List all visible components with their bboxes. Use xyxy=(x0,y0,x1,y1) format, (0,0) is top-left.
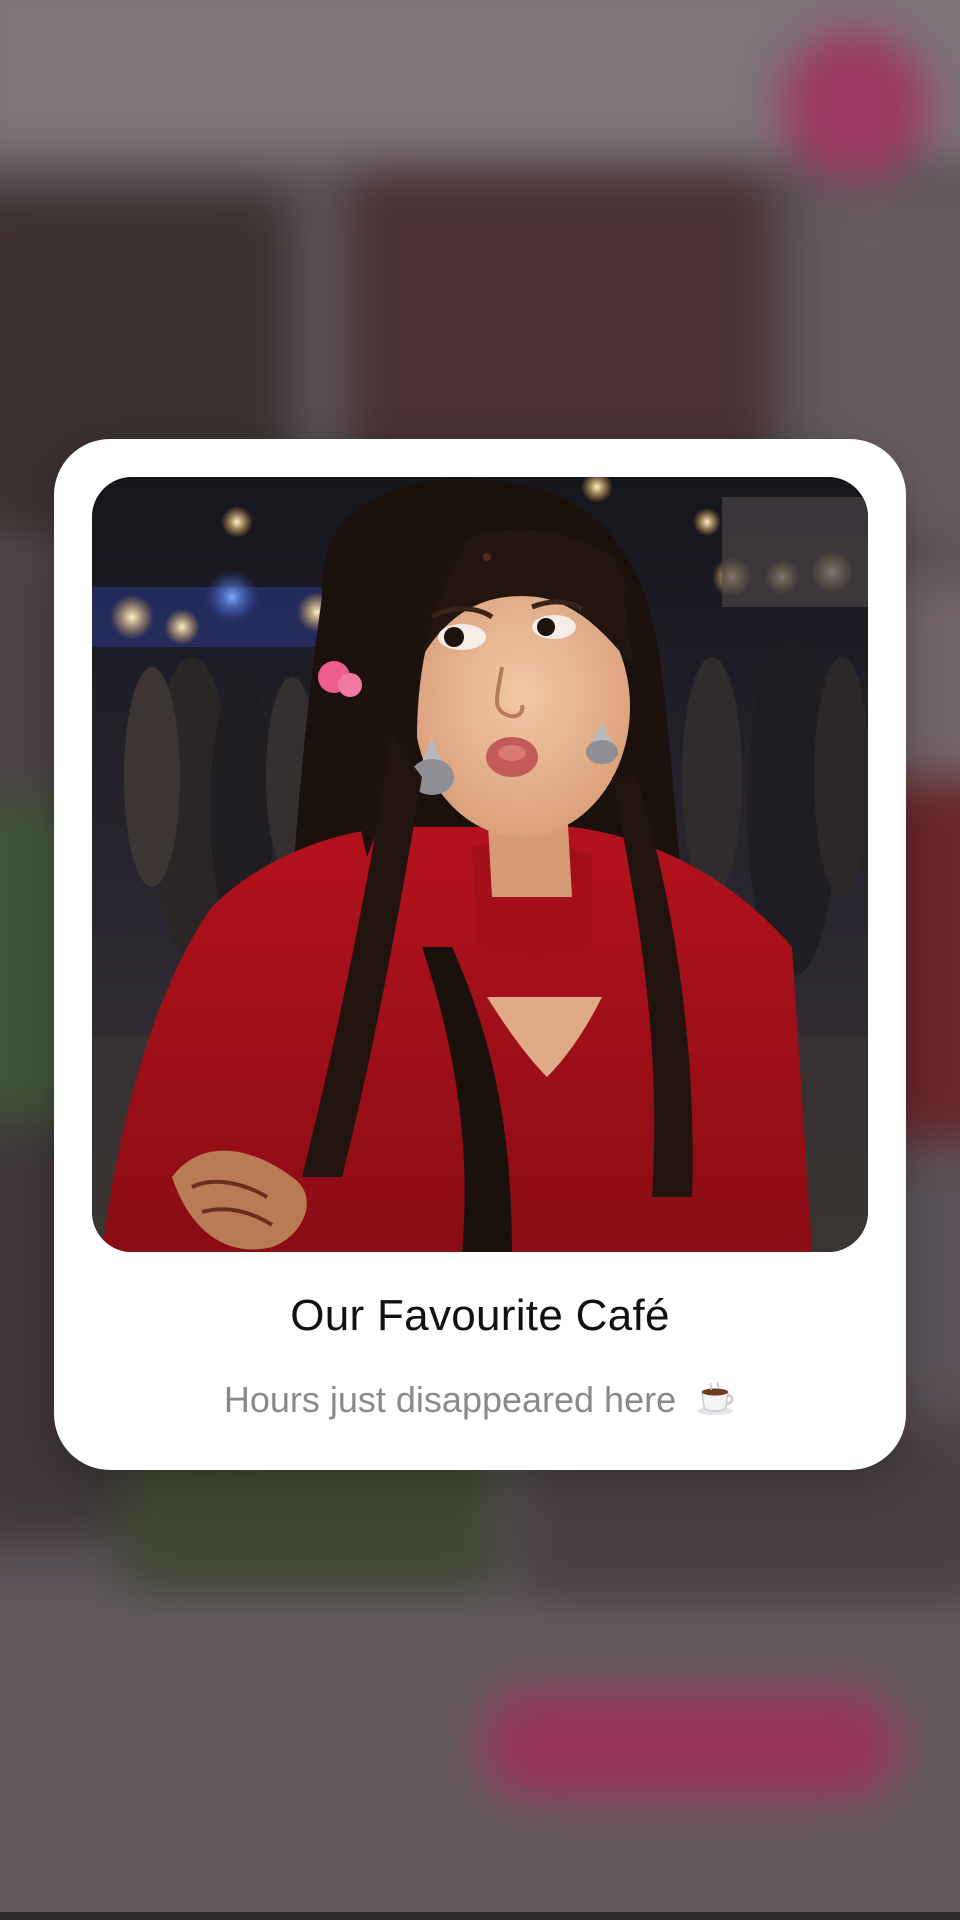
coffee-cup-icon xyxy=(697,1381,734,1415)
card-subtitle-text: Hours just disappeared here xyxy=(223,1379,677,1420)
portrait-photo-illustration xyxy=(92,477,868,1252)
card-subtitle: Hours just disappeared here xyxy=(54,1379,906,1421)
portrait-photo[interactable] xyxy=(92,477,868,1252)
card-title: Our Favourite Café xyxy=(290,1291,670,1340)
memory-card[interactable]: Our Favourite Café Hours just disappeare… xyxy=(54,439,906,1470)
bottom-navigation-strip xyxy=(0,1912,960,1920)
